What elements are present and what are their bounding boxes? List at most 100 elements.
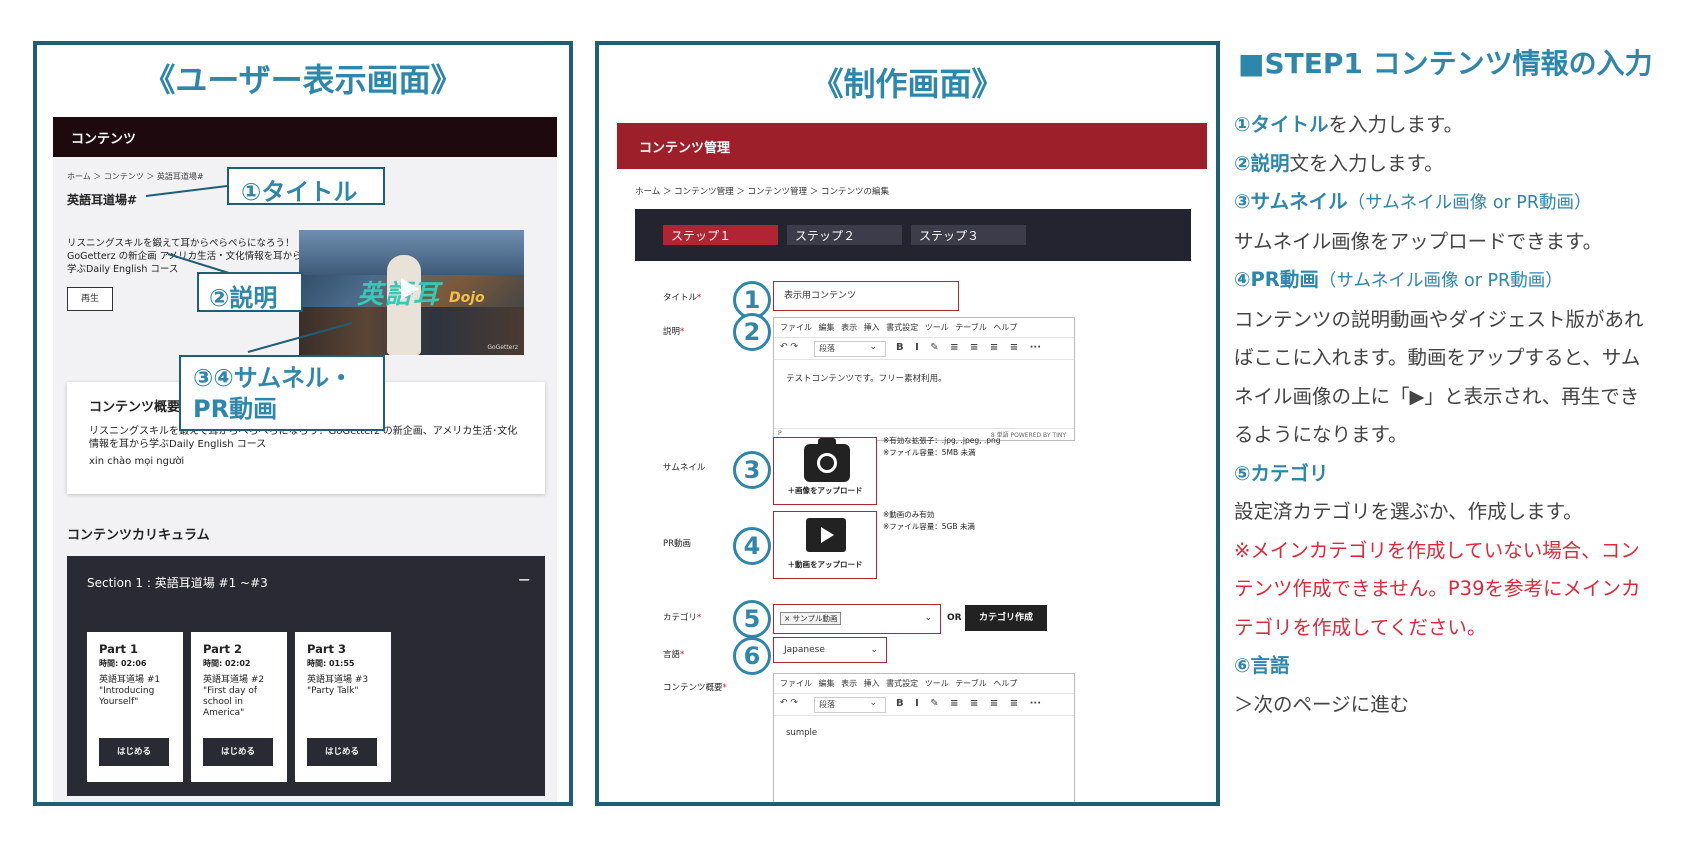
callout-thumbnail-line1: ③④サムネル・ xyxy=(193,364,354,392)
undo-redo-icons[interactable]: ↶ ↷ xyxy=(780,698,798,708)
user-view-title: 《ユーザー表示画面》 xyxy=(143,61,463,99)
video-upload[interactable]: ＋動画をアップロード xyxy=(773,511,877,579)
required-mark: * xyxy=(722,683,727,693)
paragraph-select[interactable]: 段落 ⌄ xyxy=(814,341,886,357)
paragraph-select[interactable]: 段落 ⌄ xyxy=(814,697,886,713)
editor-toolbar[interactable]: ↶ ↷ 段落 ⌄ B I ✎ ≡ ≡ ≡ ≡ ··· xyxy=(774,694,1074,716)
keyword-title: ①タイトル xyxy=(1234,113,1329,136)
required-mark: * xyxy=(697,613,702,623)
summary-editor[interactable]: ファイル 編集 表示 挿入 書式設定 ツール テーブル ヘルプ ↶ ↷ 段落 ⌄ … xyxy=(773,673,1075,802)
category-tag[interactable]: × サンプル動画 xyxy=(780,612,842,625)
step-bar: ステップ１ ステップ２ ステップ３ xyxy=(635,209,1191,261)
user-view-screenshot: コンテンツ ホーム ＞ コンテンツ ＞ 英語耳道場# 英語耳道場# リスニングス… xyxy=(53,117,557,802)
instruction-video-line: コンテンツの説明動画やダイジェスト版があれ xyxy=(1234,307,1644,331)
camera-icon xyxy=(804,438,850,482)
create-category-button[interactable]: カテゴリ作成 xyxy=(965,605,1047,631)
admin-breadcrumb[interactable]: ホーム ＞ コンテンツ管理 ＞ コンテンツ管理 ＞ コンテンツの編集 xyxy=(635,185,889,197)
label-title: タイトル* xyxy=(663,291,701,303)
video-subnote: （サムネイル画像 or PR動画） xyxy=(1318,271,1563,291)
format-icons[interactable]: B I ✎ ≡ ≡ ≡ ≡ ··· xyxy=(896,342,1041,353)
thumbnail-logo-sub: Dojo xyxy=(449,290,485,306)
label-summary-text: コンテンツ概要 xyxy=(663,683,723,693)
part-card: Part 1 時間: 02:06 英語耳道場 #1 "Introducing Y… xyxy=(87,632,183,782)
part-name: Part 3 xyxy=(307,642,347,656)
video-note-size: ※ファイル容量：5GB 未満 xyxy=(883,522,975,531)
tab-step-3[interactable]: ステップ３ xyxy=(911,225,1026,245)
video-upload-label: ＋動画をアップロード xyxy=(787,560,863,569)
instruction-video-line: るようになります。 xyxy=(1234,423,1408,446)
part-description: 英語耳道場 #1 "Introducing Yourself" xyxy=(99,675,161,707)
or-label: OR xyxy=(947,613,962,623)
marker-2: 2 xyxy=(733,313,771,351)
breadcrumb[interactable]: ホーム ＞ コンテンツ ＞ 英語耳道場# xyxy=(67,171,204,182)
chevron-down-icon: ⌄ xyxy=(924,613,932,623)
instruction-video-head: ④PR動画（サムネイル画像 or PR動画） xyxy=(1234,261,1694,301)
keyword-pr-video: ④PR動画 xyxy=(1234,268,1319,291)
description-text[interactable]: テストコンテンツです。フリー素材利用。 xyxy=(774,360,1074,396)
editor-wordcount: 8 単語 POWERED BY TINY xyxy=(990,432,1066,439)
instruction-title-rest: を入力します。 xyxy=(1328,113,1464,136)
instruction-thumbnail-text: サムネイル画像をアップロードできます。 xyxy=(1234,229,1603,253)
instruction-thumbnail-head: ③サムネイル（サムネイル画像 or PR動画） xyxy=(1234,183,1694,223)
section-title[interactable]: Section 1 : 英語耳道場 #1 ~#3 xyxy=(87,574,268,591)
instruction-description: ②説明文を入力します。 xyxy=(1234,145,1694,184)
thumbnail-logo: 英語耳 xyxy=(357,280,442,310)
thumbnail-notes: ※有効な拡張子：.jpg, .jpeg, .png ※ファイル容量：5MB 未満 xyxy=(883,435,1001,459)
step-heading: ■STEP1 コンテンツ情報の入力 xyxy=(1238,47,1653,80)
start-button[interactable]: はじめる xyxy=(307,738,377,766)
editor-view-title: 《制作画面》 xyxy=(811,65,1004,103)
video-note-type: ※動画のみ有効 xyxy=(883,510,935,519)
tab-step-2[interactable]: ステップ２ xyxy=(787,225,902,245)
instruction-description-rest: 文を入力します。 xyxy=(1289,151,1444,175)
label-description: 説明* xyxy=(663,325,684,337)
video-icon xyxy=(806,518,846,552)
thumbnail-note-size: ※ファイル容量：5MB 未満 xyxy=(883,448,976,457)
keyword-language: ⑥言語 xyxy=(1234,654,1290,677)
instruction-panel: ■STEP1 コンテンツ情報の入力 ①タイトルを入力します。 ②説明文を入力しま… xyxy=(1234,42,1694,802)
video-thumbnail[interactable]: 英語耳 Dojo GoGetterz xyxy=(299,230,524,355)
thumbnail-subnote: （サムネイル画像 or PR動画） xyxy=(1347,193,1592,213)
content-title: 英語耳道場# xyxy=(67,193,138,207)
label-language-text: 言語 xyxy=(663,650,681,660)
callout-title: ①タイトル xyxy=(227,167,385,206)
thumbnail-upload-label: ＋画像をアップロード xyxy=(787,486,863,495)
admin-header: コンテンツ管理 xyxy=(617,123,1207,169)
curriculum-section: Section 1 : 英語耳道場 #1 ~#3 − Part 1 時間: 02… xyxy=(67,556,545,796)
thumbnail-upload[interactable]: ＋画像をアップロード xyxy=(773,437,877,505)
part-time: 時間: 02:06 xyxy=(99,659,147,668)
paragraph-select-value: 段落 xyxy=(819,344,835,353)
summary-text[interactable]: sumple xyxy=(774,716,1074,750)
language-select[interactable]: Japanese ⌄ xyxy=(773,637,887,663)
marker-5: 5 xyxy=(733,600,771,638)
description-editor[interactable]: ファイル 編集 表示 挿入 書式設定 ツール テーブル ヘルプ ↶ ↷ 段落 ⌄ … xyxy=(773,317,1075,441)
editor-menubar[interactable]: ファイル 編集 表示 挿入 書式設定 ツール テーブル ヘルプ xyxy=(774,318,1074,338)
curriculum-title: コンテンツカリキュラム xyxy=(67,528,210,543)
play-icon[interactable] xyxy=(401,278,419,300)
callout-description: ②説明 xyxy=(197,272,303,312)
tab-step-1[interactable]: ステップ１ xyxy=(663,225,778,245)
editor-menubar[interactable]: ファイル 編集 表示 挿入 書式設定 ツール テーブル ヘルプ xyxy=(774,674,1074,694)
summary-greeting: xin chào mọi người xyxy=(89,456,185,467)
play-button[interactable]: 再生 xyxy=(67,287,113,311)
label-language: 言語* xyxy=(663,648,684,660)
title-input[interactable]: 表示用コンテンツ xyxy=(773,281,959,311)
warning-line: テンツ作成できません。P39を参考にメインカ xyxy=(1234,577,1641,600)
marker-4: 4 xyxy=(733,527,771,565)
label-category: カテゴリ* xyxy=(663,611,701,623)
undo-redo-icons[interactable]: ↶ ↷ xyxy=(780,342,798,352)
part-card: Part 3 時間: 01:55 英語耳道場 #3 "Party Talk" は… xyxy=(295,632,391,782)
collapse-icon[interactable]: − xyxy=(518,570,531,589)
part-time: 時間: 02:02 xyxy=(203,659,251,668)
keyword-thumbnail: ③サムネイル xyxy=(1234,190,1348,213)
category-select[interactable]: × サンプル動画 ⌄ xyxy=(773,604,941,634)
part-card: Part 2 時間: 02:02 英語耳道場 #2 "First day of … xyxy=(191,632,287,782)
language-select-value: Japanese xyxy=(784,645,825,655)
format-icons[interactable]: B I ✎ ≡ ≡ ≡ ≡ ··· xyxy=(896,698,1041,709)
thumbnail-watermark: GoGetterz xyxy=(487,344,518,351)
editor-toolbar[interactable]: ↶ ↷ 段落 ⌄ B I ✎ ≡ ≡ ≡ ≡ ··· xyxy=(774,338,1074,360)
start-button[interactable]: はじめる xyxy=(99,738,169,766)
instruction-video-line: ばここに入れます。動画をアップすると、サム xyxy=(1234,346,1641,369)
content-description: リスニングスキルを鍛えて耳からぺらぺらになろう！GoGetterz の新企画 ア… xyxy=(67,238,302,275)
next-page-link[interactable]: ＞次のページに進む xyxy=(1234,686,1694,725)
start-button[interactable]: はじめる xyxy=(203,738,273,766)
